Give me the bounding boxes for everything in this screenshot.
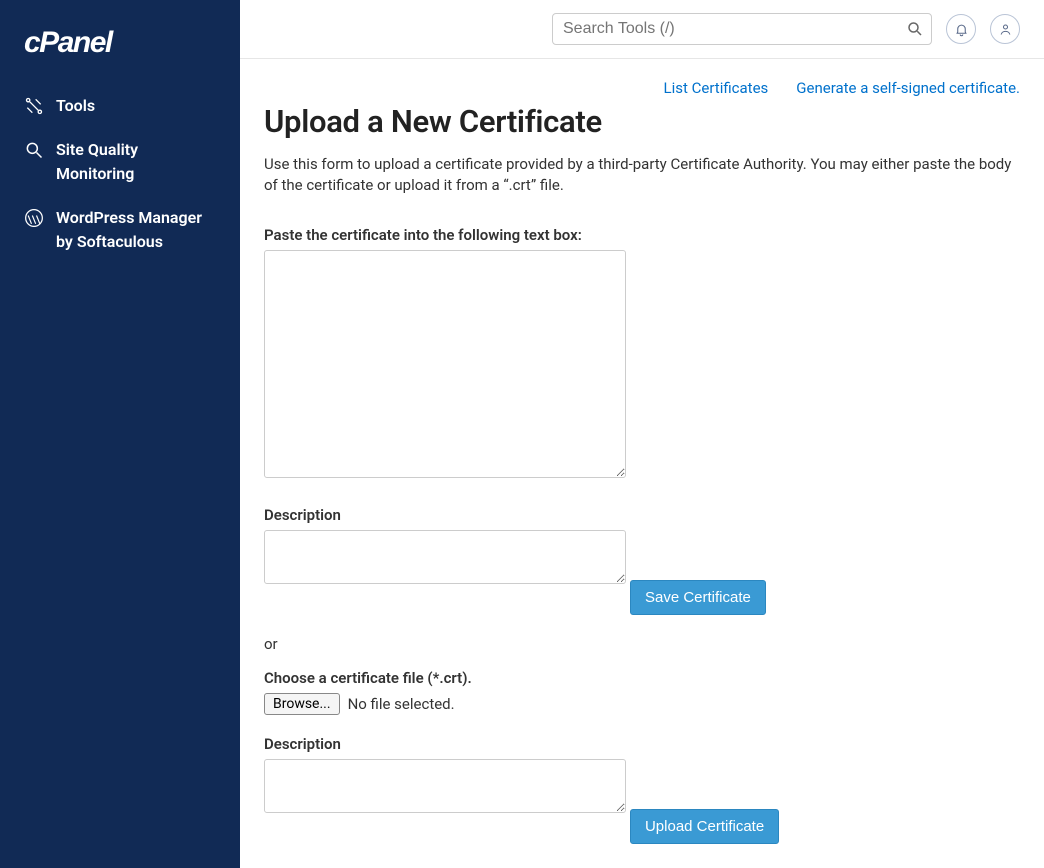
link-generate-certificate[interactable]: Generate a self-signed certificate. xyxy=(796,79,1020,97)
person-icon xyxy=(998,22,1013,37)
sidebar-item-tools[interactable]: Tools xyxy=(0,84,240,128)
top-links: List Certificates Generate a self-signed… xyxy=(264,79,1020,97)
description-textarea-2[interactable] xyxy=(264,759,626,813)
description-label-2: Description xyxy=(264,735,1020,753)
sidebar-item-label: WordPress Manager by Softaculous xyxy=(56,206,216,254)
brand-logo-text: cPanel xyxy=(24,26,112,59)
bell-icon xyxy=(954,22,969,37)
page-subtitle: Use this form to upload a certificate pr… xyxy=(264,154,1020,196)
file-row: Browse... No file selected. xyxy=(264,693,1020,715)
sidebar-item-site-quality[interactable]: Site Quality Monitoring xyxy=(0,128,240,196)
wrench-icon xyxy=(24,96,44,116)
upload-certificate-button[interactable]: Upload Certificate xyxy=(630,809,779,844)
browse-button[interactable]: Browse... xyxy=(264,693,340,715)
save-certificate-button[interactable]: Save Certificate xyxy=(630,580,766,615)
topbar xyxy=(240,0,1044,59)
or-text: or xyxy=(264,635,1020,653)
certificate-textarea[interactable] xyxy=(264,250,626,478)
sidebar-item-label: Site Quality Monitoring xyxy=(56,138,216,186)
search-icon[interactable] xyxy=(904,18,926,40)
description-textarea[interactable] xyxy=(264,530,626,584)
wordpress-icon xyxy=(24,208,44,228)
content: List Certificates Generate a self-signed… xyxy=(240,59,1044,868)
search-input[interactable] xyxy=(552,13,932,45)
paste-label: Paste the certificate into the following… xyxy=(264,226,1020,244)
main-area: List Certificates Generate a self-signed… xyxy=(240,0,1044,868)
link-list-certificates[interactable]: List Certificates xyxy=(664,79,769,97)
choose-file-label: Choose a certificate file (*.crt). xyxy=(264,669,1020,687)
page-title: Upload a New Certificate xyxy=(264,103,1020,140)
sidebar: cPanel Tools Site Quality Monitoring Wor… xyxy=(0,0,240,868)
file-status: No file selected. xyxy=(348,695,455,713)
description-label: Description xyxy=(264,506,1020,524)
sidebar-item-wordpress[interactable]: WordPress Manager by Softaculous xyxy=(0,196,240,264)
search-wrap xyxy=(552,13,932,45)
brand-logo[interactable]: cPanel xyxy=(0,8,240,84)
notifications-button[interactable] xyxy=(946,14,976,44)
account-button[interactable] xyxy=(990,14,1020,44)
sidebar-item-label: Tools xyxy=(56,94,95,118)
magnifier-icon xyxy=(24,140,44,160)
